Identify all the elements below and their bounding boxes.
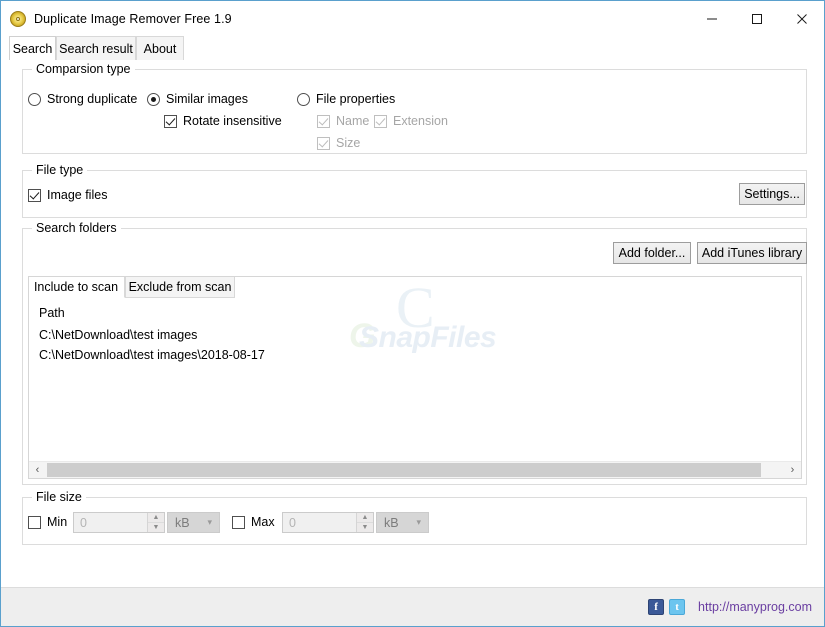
horizontal-scrollbar[interactable]: ‹ › [29,461,801,478]
window-title: Duplicate Image Remover Free 1.9 [34,11,232,26]
checkbox-min-size-indicator [28,515,41,529]
checkbox-min-size-label: Min [47,515,68,529]
checkbox-extension-label: Extension [393,114,448,128]
window-controls [689,1,824,36]
disc-icon [10,10,26,27]
inner-tab-exclude-from-scan[interactable]: Exclude from scan [125,277,235,298]
checkbox-extension-indicator [374,114,387,128]
minimize-button[interactable] [689,1,734,36]
checkbox-rotate-insensitive-indicator [164,114,177,128]
search-tab-panel: Comparsion type Strong duplicate Similar… [1,60,824,626]
max-size-unit-select[interactable]: kB ▾ [376,512,429,533]
add-folder-button[interactable]: Add folder... [613,242,691,264]
file-size-title: File size [32,490,86,504]
radio-similar-images-label: Similar images [166,92,248,106]
checkbox-size: Size [317,136,360,150]
radio-strong-duplicate-label: Strong duplicate [47,92,138,106]
list-item[interactable]: C:\NetDownload\test images [39,328,197,342]
search-folders-group: Search folders Add folder... Add iTunes … [22,221,807,485]
min-size-stepper[interactable]: 0 ▲ ▼ [73,512,165,533]
checkbox-rotate-insensitive-label: Rotate insensitive [183,114,282,128]
comparison-type-title: Comparsion type [32,62,135,76]
inner-tab-include-to-scan[interactable]: Include to scan [29,277,125,298]
radio-file-properties[interactable]: File properties [297,92,395,106]
min-size-spin-down-icon[interactable]: ▼ [148,523,164,533]
max-size-input[interactable]: 0 [283,513,356,532]
checkbox-max-size[interactable]: Max [232,515,275,529]
radio-similar-images[interactable]: Similar images [147,92,248,106]
checkbox-rotate-insensitive[interactable]: Rotate insensitive [164,114,282,128]
max-size-spin-up-icon[interactable]: ▲ [357,513,373,523]
min-size-spin-buttons[interactable]: ▲ ▼ [147,513,164,532]
checkbox-image-files-label: Image files [47,188,108,202]
watermark-copyright: C [396,276,435,340]
checkbox-max-size-label: Max [251,515,275,529]
scroll-left-arrow-icon[interactable]: ‹ [29,461,46,478]
file-type-title: File type [32,163,88,177]
min-size-unit-select[interactable]: kB ▾ [167,512,220,533]
scrollbar-thumb[interactable] [47,463,761,477]
main-tabs: Search Search result About [1,36,824,60]
tab-search-result[interactable]: Search result [56,36,136,60]
min-size-input[interactable]: 0 [74,513,147,532]
list-item[interactable]: C:\NetDownload\test images\2018-08-17 [39,348,265,362]
chevron-down-icon: ▾ [207,517,212,527]
radio-file-properties-label: File properties [316,92,396,106]
max-size-spin-down-icon[interactable]: ▼ [357,523,373,533]
checkbox-size-indicator [317,136,330,150]
checkbox-extension: Extension [374,114,448,128]
watermark-text: SnapFiles [359,321,497,354]
checkbox-name-indicator [317,114,330,128]
watermark-glyph: G [349,317,376,355]
radio-similar-images-indicator [147,92,160,106]
tab-about[interactable]: About [136,36,184,60]
maximize-button[interactable] [734,1,779,36]
scroll-right-arrow-icon[interactable]: › [784,461,801,478]
checkbox-max-size-indicator [232,515,245,529]
min-size-spin-up-icon[interactable]: ▲ [148,513,164,523]
checkbox-size-label: Size [336,136,361,150]
status-bar: f t http://manyprog.com [1,587,824,626]
social-links: f t [648,599,690,615]
website-link[interactable]: http://manyprog.com [698,600,812,614]
checkbox-image-files-indicator [28,188,41,202]
column-header-path: Path [39,306,65,320]
comparison-type-group: Comparsion type Strong duplicate Similar… [22,62,807,154]
app-window: Duplicate Image Remover Free 1.9 Search … [0,0,825,627]
checkbox-name-label: Name [336,114,370,128]
tab-search[interactable]: Search [9,36,56,60]
radio-file-properties-indicator [297,92,310,106]
radio-strong-duplicate[interactable]: Strong duplicate [28,92,137,106]
file-size-group: File size Min 0 ▲ ▼ kB ▾ Max 0 ▲ ▼ kB ▾ [22,490,807,545]
close-button[interactable] [779,1,824,36]
max-size-stepper[interactable]: 0 ▲ ▼ [282,512,374,533]
file-type-group: File type Image files Settings... [22,163,807,218]
checkbox-image-files[interactable]: Image files [28,188,107,202]
radio-strong-duplicate-indicator [28,92,41,106]
max-size-spin-buttons[interactable]: ▲ ▼ [356,513,373,532]
checkbox-name: Name [317,114,369,128]
title-bar: Duplicate Image Remover Free 1.9 [1,1,824,36]
search-folders-title: Search folders [32,221,121,235]
chevron-down-icon: ▾ [416,517,421,527]
min-size-unit-value: kB [175,515,190,530]
folder-list-panel: Include to scan Exclude from scan C G Sn… [28,276,802,479]
max-size-unit-value: kB [384,515,399,530]
settings-button[interactable]: Settings... [739,183,805,205]
add-itunes-library-button[interactable]: Add iTunes library [697,242,807,264]
twitter-icon[interactable]: t [669,599,686,615]
facebook-icon[interactable]: f [648,599,665,615]
checkbox-min-size[interactable]: Min [28,515,67,529]
